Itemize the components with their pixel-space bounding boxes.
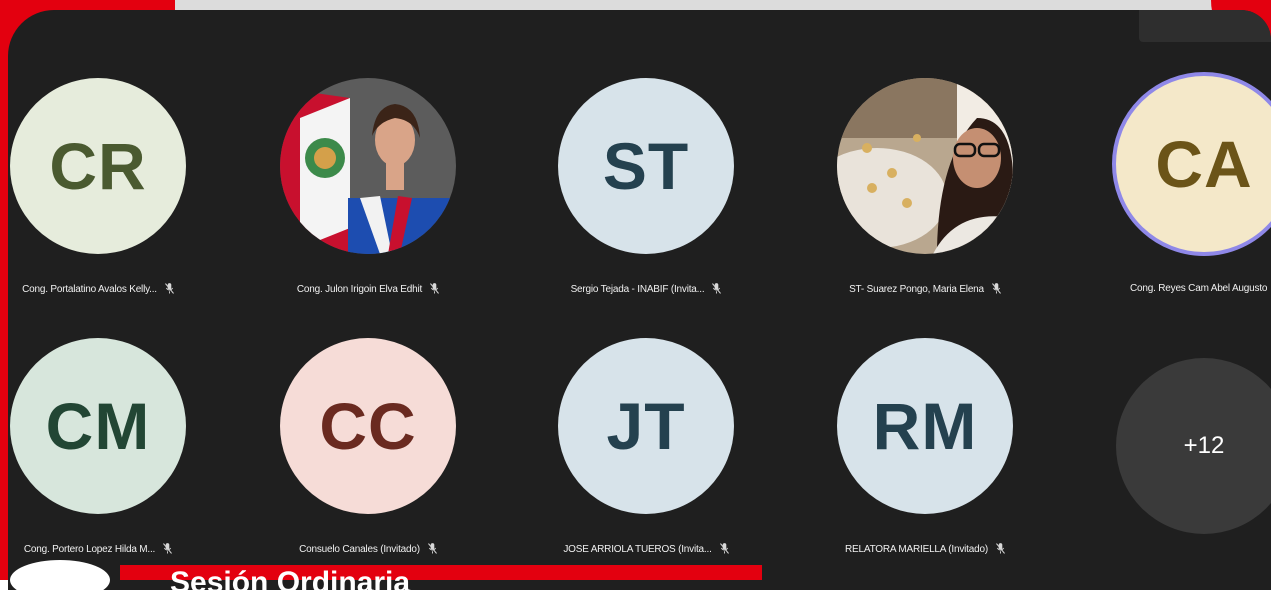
participant-name-text: RELATORA MARIELLA (Invitado) xyxy=(845,544,988,555)
participant-name: JOSE ARRIOLA TUEROS (Invita... xyxy=(516,543,776,555)
participant-name: Cong. Julon Irigoin Elva Edhit xyxy=(238,283,498,295)
mic-off-icon xyxy=(996,543,1005,554)
participant-avatar: RM xyxy=(837,338,1013,514)
participant-name-text: Cong. Portalatino Avalos Kelly... xyxy=(22,284,157,295)
mic-off-icon xyxy=(719,543,729,554)
participant-name: ST- Suarez Pongo, Maria Elena xyxy=(795,283,1055,295)
participant-avatar: CC xyxy=(280,338,456,514)
participant-name: Consuelo Canales (Invitado) xyxy=(238,543,498,555)
participant-tile[interactable]: CC Consuelo Canales (Invitado) xyxy=(238,338,498,578)
participant-tile[interactable]: CA Cong. Reyes Cam Abel Augusto xyxy=(1070,72,1271,318)
participant-tile[interactable]: JT JOSE ARRIOLA TUEROS (Invita... xyxy=(516,338,776,578)
lower-third-title: Sesión Ordinaria xyxy=(170,566,411,599)
participant-name-text: Cong. Reyes Cam Abel Augusto xyxy=(1130,283,1268,294)
meeting-gallery: CR Cong. Portalatino Avalos Kelly... Con… xyxy=(8,10,1271,590)
channel-logo xyxy=(10,560,110,600)
mic-off-icon xyxy=(163,543,173,554)
participant-tile[interactable]: ST Sergio Tejada - INABIF (Invita... xyxy=(516,78,776,318)
more-participants-button[interactable]: +12 xyxy=(1116,358,1271,534)
participant-photo xyxy=(280,78,456,254)
participant-name: Sergio Tejada - INABIF (Invita... xyxy=(516,283,776,295)
mic-off-icon xyxy=(427,543,437,554)
participant-name-text: Consuelo Canales (Invitado) xyxy=(299,544,420,555)
participant-tile[interactable]: CR Cong. Portalatino Avalos Kelly... xyxy=(8,78,228,318)
mic-off-icon xyxy=(712,283,722,294)
toolbar-button[interactable] xyxy=(1139,10,1271,42)
participant-avatar: CR xyxy=(10,78,186,254)
participant-tile[interactable]: Cong. Julon Irigoin Elva Edhit xyxy=(238,78,498,318)
participant-avatar: CA xyxy=(1112,72,1271,256)
participant-name: RELATORA MARIELLA (Invitado) xyxy=(795,543,1055,555)
participant-avatar: CM xyxy=(10,338,186,514)
participant-tile[interactable]: ST- Suarez Pongo, Maria Elena xyxy=(795,78,1055,318)
participant-name-text: ST- Suarez Pongo, Maria Elena xyxy=(849,284,984,295)
participant-name: Cong. Portero Lopez Hilda M... xyxy=(8,543,228,555)
participant-tile[interactable]: CM Cong. Portero Lopez Hilda M... xyxy=(8,338,228,578)
participant-avatar: JT xyxy=(558,338,734,514)
participant-photo xyxy=(837,78,1013,254)
participant-name-text: JOSE ARRIOLA TUEROS (Invita... xyxy=(563,544,712,555)
participant-name-text: Cong. Julon Irigoin Elva Edhit xyxy=(296,284,423,295)
mic-off-icon xyxy=(991,283,1001,294)
participant-avatar: ST xyxy=(558,78,734,254)
participant-name-text: Sergio Tejada - INABIF (Invita... xyxy=(570,284,705,295)
mic-off-icon xyxy=(430,283,440,294)
participant-name: Cong. Portalatino Avalos Kelly... xyxy=(8,283,228,295)
participant-name: Cong. Reyes Cam Abel Augusto xyxy=(1130,283,1271,294)
mic-off-icon xyxy=(164,283,174,294)
participant-tile[interactable]: RM RELATORA MARIELLA (Invitado) xyxy=(795,338,1055,578)
participant-name-text: Cong. Portero Lopez Hilda M... xyxy=(23,544,156,555)
